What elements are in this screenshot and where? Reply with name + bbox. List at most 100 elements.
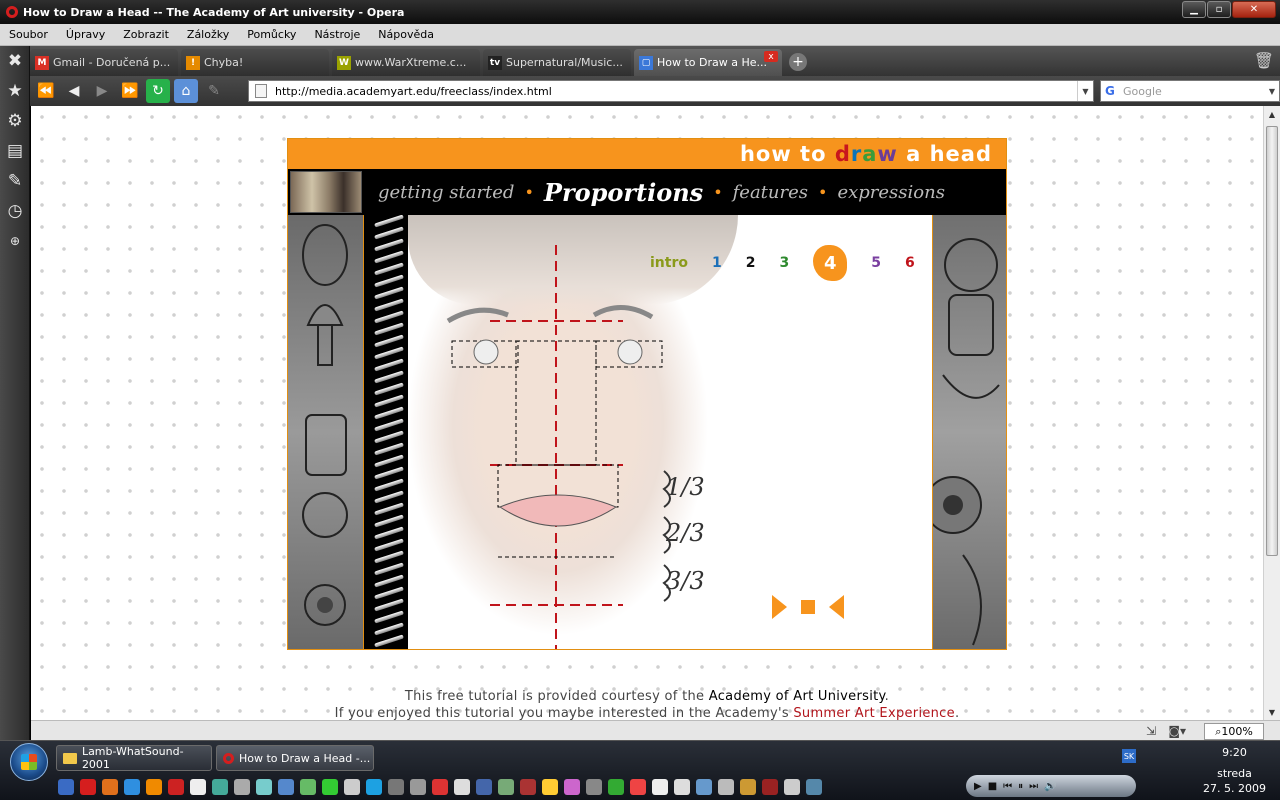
speed-dial-icon[interactable]: ⇲ <box>1146 724 1156 738</box>
menu-napoveda[interactable]: Nápověda <box>369 28 443 41</box>
scroll-up-icon[interactable]: ▲ <box>1264 106 1280 122</box>
tab-chyba[interactable]: ! Chyba! <box>181 49 329 76</box>
menu-zalozky[interactable]: Záložky <box>178 28 238 41</box>
maximize-button[interactable]: ▫ <box>1207 1 1231 18</box>
edit-icon[interactable]: ✎ <box>202 79 226 103</box>
tab-how-to-draw[interactable]: ▢ How to Draw a He... x <box>634 49 782 76</box>
tools-icon[interactable]: ✖ <box>0 46 30 76</box>
step-intro[interactable]: intro <box>650 255 688 271</box>
app-icon[interactable] <box>432 779 448 795</box>
app-icon[interactable] <box>696 779 712 795</box>
feeds-icon[interactable]: ✎ <box>0 166 30 196</box>
address-field[interactable]: http://media.academyart.edu/freeclass/in… <box>248 80 1094 102</box>
app-icon[interactable] <box>586 779 602 795</box>
add-panel-icon[interactable]: ⊕ <box>0 226 30 256</box>
reload-icon[interactable]: ↻ <box>146 79 170 103</box>
chat-icon[interactable]: ▤ <box>0 136 30 166</box>
trash-icon[interactable]: 🗑 <box>1254 51 1274 70</box>
back-icon[interactable]: ◀ <box>62 79 86 103</box>
flash-movie[interactable]: how to draw a head getting started • Pro… <box>287 138 1007 650</box>
app-icon[interactable] <box>564 779 580 795</box>
search-field[interactable]: G Google ▼ <box>1100 80 1280 102</box>
summer-art-link[interactable]: Summer Art Experience <box>793 706 955 720</box>
app-icon[interactable] <box>520 779 536 795</box>
scroll-down-icon[interactable]: ▼ <box>1264 704 1280 720</box>
home-icon[interactable]: ⌂ <box>174 79 198 103</box>
app-icon[interactable] <box>256 779 272 795</box>
app-icon[interactable] <box>784 779 800 795</box>
menu-zobrazit[interactable]: Zobrazit <box>114 28 178 41</box>
fast-forward-icon[interactable]: ⏩ <box>118 79 142 103</box>
nav-proportions[interactable]: Proportions <box>544 178 703 207</box>
skype-icon[interactable] <box>366 779 382 795</box>
app-icon[interactable] <box>80 779 96 795</box>
menu-pomucky[interactable]: Pomůcky <box>238 28 305 41</box>
tab-close-icon[interactable]: x <box>764 51 778 62</box>
minimize-button[interactable]: ▁ <box>1182 1 1206 18</box>
pause-icon[interactable]: ⏸ <box>1018 781 1023 792</box>
start-button[interactable] <box>10 743 48 781</box>
zoom-control[interactable]: ⌕ 100% <box>1204 723 1264 740</box>
app-icon[interactable] <box>674 779 690 795</box>
rewind-icon[interactable]: ⏪ <box>34 79 58 103</box>
tab-supernatural[interactable]: tv Supernatural/Music... <box>483 49 631 76</box>
close-button[interactable]: ✕ <box>1232 1 1276 18</box>
app-icon[interactable] <box>476 779 492 795</box>
menu-soubor[interactable]: Soubor <box>0 28 57 41</box>
app-icon[interactable] <box>608 779 624 795</box>
step-5[interactable]: 5 <box>871 255 881 271</box>
taskbar-folder[interactable]: Lamb-WhatSound-2001 <box>56 745 212 771</box>
nav-expressions[interactable]: expressions <box>837 182 944 203</box>
app-icon[interactable] <box>542 779 558 795</box>
app-icon[interactable] <box>718 779 734 795</box>
rewind-icon[interactable] <box>829 595 844 619</box>
new-tab-button[interactable]: + <box>789 53 807 71</box>
app-icon[interactable] <box>410 779 426 795</box>
scroll-thumb[interactable] <box>1266 126 1278 556</box>
play-icon[interactable] <box>772 595 787 619</box>
step-3[interactable]: 3 <box>779 255 789 271</box>
app-icon[interactable] <box>168 779 184 795</box>
app-icon[interactable] <box>58 779 74 795</box>
app-icon[interactable] <box>762 779 778 795</box>
app-icon[interactable] <box>740 779 756 795</box>
chevron-down-icon[interactable]: ▼ <box>1077 81 1093 101</box>
menu-upravy[interactable]: Úpravy <box>57 28 114 41</box>
system-clock[interactable]: 9:20 streda 27. 5. 2009 <box>1203 745 1266 796</box>
play-icon[interactable]: ▶ <box>974 781 982 792</box>
previous-icon[interactable]: ⏮ <box>1003 781 1012 792</box>
app-icon[interactable] <box>190 779 206 795</box>
app-icon[interactable] <box>212 779 228 795</box>
settings-icon[interactable]: ⚙ <box>0 106 30 136</box>
stop-icon[interactable]: ■ <box>988 781 997 792</box>
step-6[interactable]: 6 <box>905 255 915 271</box>
app-icon[interactable] <box>278 779 294 795</box>
app-icon[interactable] <box>388 779 404 795</box>
history-icon[interactable]: ◷ <box>0 196 30 226</box>
academy-link[interactable]: Academy of Art University <box>709 689 885 704</box>
bookmarks-icon[interactable]: ★ <box>0 76 30 106</box>
app-icon[interactable] <box>806 779 822 795</box>
next-icon[interactable]: ⏭ <box>1029 781 1038 792</box>
nav-features[interactable]: features <box>733 182 808 203</box>
menu-nastroje[interactable]: Nástroje <box>305 28 369 41</box>
vlc-icon[interactable] <box>146 779 162 795</box>
step-2[interactable]: 2 <box>746 255 756 271</box>
forward-icon[interactable]: ▶ <box>90 79 114 103</box>
app-icon[interactable] <box>652 779 668 795</box>
app-icon[interactable] <box>344 779 360 795</box>
firefox-icon[interactable] <box>102 779 118 795</box>
camera-icon[interactable]: ◙▾ <box>1168 724 1186 738</box>
tab-gmail[interactable]: M Gmail - Doručená p... <box>30 49 178 76</box>
taskbar-opera[interactable]: How to Draw a Head -... <box>216 745 374 771</box>
app-icon[interactable] <box>630 779 646 795</box>
app-icon[interactable] <box>234 779 250 795</box>
nav-getting-started[interactable]: getting started <box>378 182 514 203</box>
ie-icon[interactable] <box>124 779 140 795</box>
stop-icon[interactable] <box>801 600 815 614</box>
vertical-scrollbar[interactable]: ▲ ▼ <box>1263 106 1280 720</box>
step-4-current[interactable]: 4 <box>813 245 848 281</box>
app-icon[interactable] <box>322 779 338 795</box>
step-1[interactable]: 1 <box>712 255 722 271</box>
tab-warxtreme[interactable]: Wwww.WarXtreme.c... <box>332 49 480 76</box>
